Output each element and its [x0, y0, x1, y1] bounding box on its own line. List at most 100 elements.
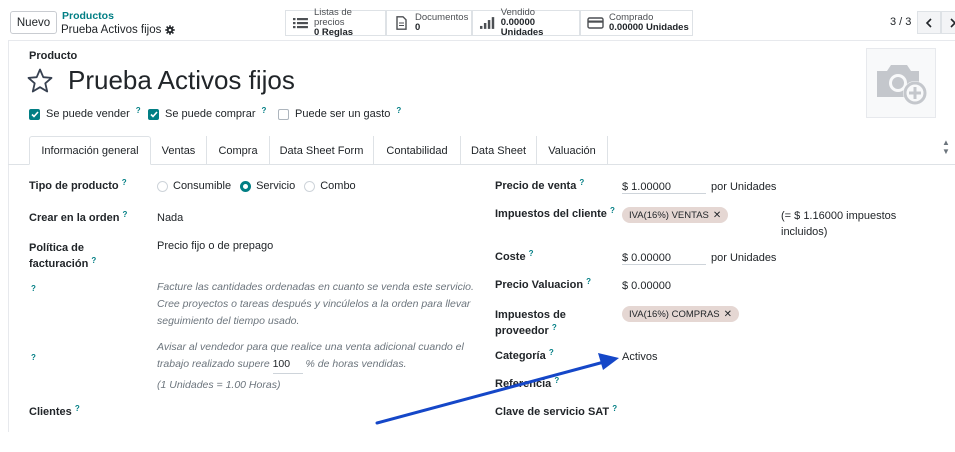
vendor-tax-tag[interactable]: IVA(16%) COMPRAS ✕: [622, 306, 740, 322]
radio-combo[interactable]: [304, 180, 316, 192]
tab-purchase[interactable]: Compra: [207, 136, 269, 165]
tab-data-sheet-form[interactable]: Data Sheet Form: [270, 136, 373, 165]
tab-valuation[interactable]: Valuación: [537, 136, 607, 165]
create-on-order-field[interactable]: Nada: [157, 212, 183, 224]
help-tooltip-icon[interactable]: ?: [123, 210, 128, 219]
record-type-label: Producto: [29, 50, 78, 62]
checkbox-can-be-sold[interactable]: Se puede vender ?: [29, 106, 141, 120]
smart-button-value: 0 Reglas: [313, 27, 354, 38]
help-tooltip-icon[interactable]: ?: [262, 106, 267, 115]
radio-label: Combo: [320, 180, 356, 192]
credit-card-icon: [587, 17, 604, 29]
category-label: Categoría ?: [495, 348, 554, 362]
customer-tax-tag[interactable]: IVA(16%) VENTAS ✕: [622, 207, 729, 223]
check-icon: [30, 110, 39, 118]
bar-chart-icon: [479, 17, 495, 29]
smart-button-purchased[interactable]: Comprado 0.00000 Unidades: [580, 10, 693, 36]
star-icon[interactable]: [27, 68, 53, 94]
help-tooltip-icon[interactable]: ?: [75, 404, 80, 413]
help-tooltip-icon[interactable]: ?: [122, 178, 127, 187]
upsell-help: Avisar al vendedor para que realice una …: [157, 341, 464, 391]
camera-add-icon: [877, 65, 927, 105]
reference-label: Referencia ?: [495, 376, 560, 390]
product-image-placeholder[interactable]: [866, 48, 936, 118]
help-tooltip-icon[interactable]: ?: [91, 256, 96, 265]
gear-icon[interactable]: [165, 25, 176, 35]
pager-previous-button[interactable]: [917, 11, 941, 34]
tag-label: IVA(16%) COMPRAS: [629, 308, 720, 320]
smart-button-sold[interactable]: Vendido 0.00000 Unidades: [472, 8, 580, 38]
smart-button-value: 0.00000 Unidades: [500, 17, 544, 38]
pager-next-button[interactable]: [941, 11, 955, 34]
tag-label: IVA(16%) VENTAS: [629, 209, 709, 221]
help-tooltip-icon[interactable]: ?: [586, 277, 591, 286]
help-tooltip-icon[interactable]: ?: [610, 206, 615, 215]
valuation-price-label: Precio Valuacion ?: [495, 277, 591, 291]
invoicing-policy-label: Política de facturación ?: [29, 242, 97, 270]
invoicing-policy-field[interactable]: Precio fijo o de prepago: [157, 240, 273, 252]
breadcrumb-current-label: Prueba Activos fijos: [61, 24, 162, 36]
help-tooltip-icon[interactable]: ?: [612, 404, 617, 413]
chevron-left-icon: [925, 17, 932, 28]
checkbox-unchecked[interactable]: [278, 108, 289, 120]
pager-value[interactable]: 3 / 3: [890, 16, 911, 28]
sheet-left-border: [8, 40, 9, 432]
create-on-order-label: Crear en la orden ?: [29, 210, 128, 224]
help-tooltip-icon[interactable]: ?: [529, 249, 534, 258]
new-button[interactable]: Nuevo: [10, 11, 57, 34]
product-type-radio-group: Consumible Servicio Combo: [157, 180, 356, 192]
product-name[interactable]: Prueba Activos fijos: [68, 65, 295, 96]
scroll-arrows[interactable]: ▲ ▼: [942, 138, 950, 156]
tab-accounting[interactable]: Contabilidad: [374, 136, 460, 165]
smart-button-value: 0.00000 Unidades: [609, 22, 689, 33]
cost-input[interactable]: $ 0.00000: [622, 252, 706, 265]
smart-button-title: Documentos: [415, 12, 469, 23]
smart-button-value: 0: [415, 22, 421, 33]
smart-button-pricelists[interactable]: Listas de precios 0 Reglas: [285, 7, 386, 38]
sheet-top-border: [8, 40, 955, 41]
help-tooltip-icon[interactable]: ?: [554, 376, 559, 385]
sales-price-uom: por Unidades: [711, 181, 777, 193]
radio-label: Consumible: [173, 180, 232, 192]
help-tooltip-icon[interactable]: ?: [579, 178, 584, 187]
checkbox-can-be-expensed[interactable]: Puede ser un gasto ?: [278, 106, 401, 120]
radio-label: Servicio: [256, 180, 296, 192]
checkbox-label: Puede ser un gasto: [295, 108, 391, 120]
tab-separator: [607, 136, 608, 164]
sales-price-input[interactable]: $ 1.00000: [622, 181, 706, 194]
chevron-right-icon: [950, 17, 955, 28]
scroll-up-icon[interactable]: ▲: [942, 138, 950, 147]
scroll-down-icon[interactable]: ▼: [942, 147, 950, 156]
checkbox-label: Se puede comprar: [165, 108, 256, 120]
smart-button-title: Listas de precios: [313, 7, 352, 28]
upsell-threshold-input[interactable]: 100: [272, 356, 303, 374]
cost-label: Coste ?: [495, 249, 534, 263]
taxes-included-note: (= $ 1.16000 impuestos incluidos): [781, 210, 897, 238]
breadcrumb-parent-link[interactable]: Productos: [62, 10, 114, 22]
tab-general-information[interactable]: Información general: [29, 136, 151, 165]
checkbox-label: Se puede vender: [46, 108, 130, 120]
vendor-taxes-label: Impuestos de proveedor ?: [495, 309, 566, 337]
help-tooltip-icon[interactable]: ?: [396, 106, 401, 115]
close-icon[interactable]: ✕: [713, 210, 721, 221]
document-icon: [396, 16, 407, 30]
close-icon[interactable]: ✕: [724, 309, 732, 320]
help-tooltip-icon[interactable]: ?: [552, 323, 557, 332]
help-tooltip-icon[interactable]: ?: [549, 348, 554, 357]
valuation-price-field[interactable]: $ 0.00000: [622, 280, 671, 292]
category-field[interactable]: Activos: [622, 351, 657, 363]
radio-consumable[interactable]: [157, 180, 168, 192]
tab-data-sheet[interactable]: Data Sheet: [461, 136, 536, 165]
checkbox-checked[interactable]: [29, 108, 40, 120]
sales-price-label: Precio de venta ?: [495, 178, 585, 192]
tab-sales[interactable]: Ventas: [151, 136, 206, 165]
smart-button-documents[interactable]: Documentos 0: [386, 10, 472, 36]
radio-service[interactable]: [240, 180, 252, 192]
sat-service-key-label: Clave de servicio SAT ?: [495, 404, 618, 418]
customer-taxes-label: Impuestos del cliente ?: [495, 206, 615, 220]
customers-label: Clientes ?: [29, 404, 80, 418]
invoicing-policy-help: Facture las cantidades ordenadas en cuan…: [157, 281, 474, 327]
checkbox-can-be-purchased[interactable]: Se puede comprar ?: [148, 106, 267, 120]
checkbox-checked[interactable]: [148, 108, 159, 120]
help-tooltip-icon[interactable]: ?: [136, 106, 141, 115]
